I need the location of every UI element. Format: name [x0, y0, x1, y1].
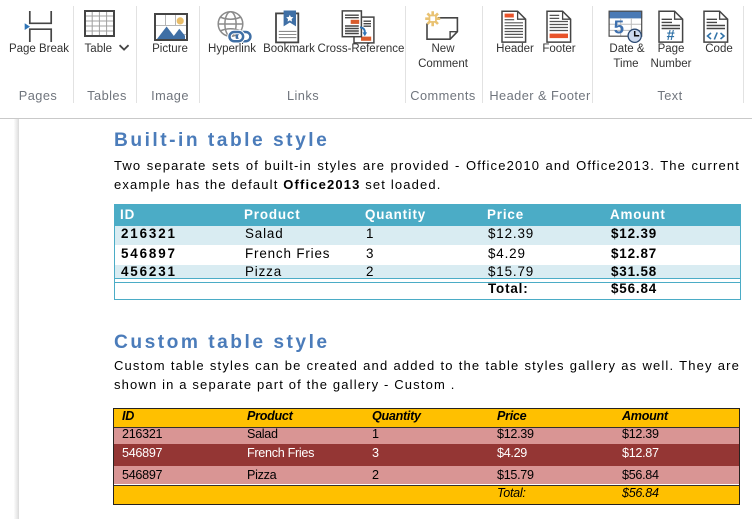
- svg-text:5: 5: [614, 17, 624, 38]
- svg-text:#: #: [667, 28, 675, 43]
